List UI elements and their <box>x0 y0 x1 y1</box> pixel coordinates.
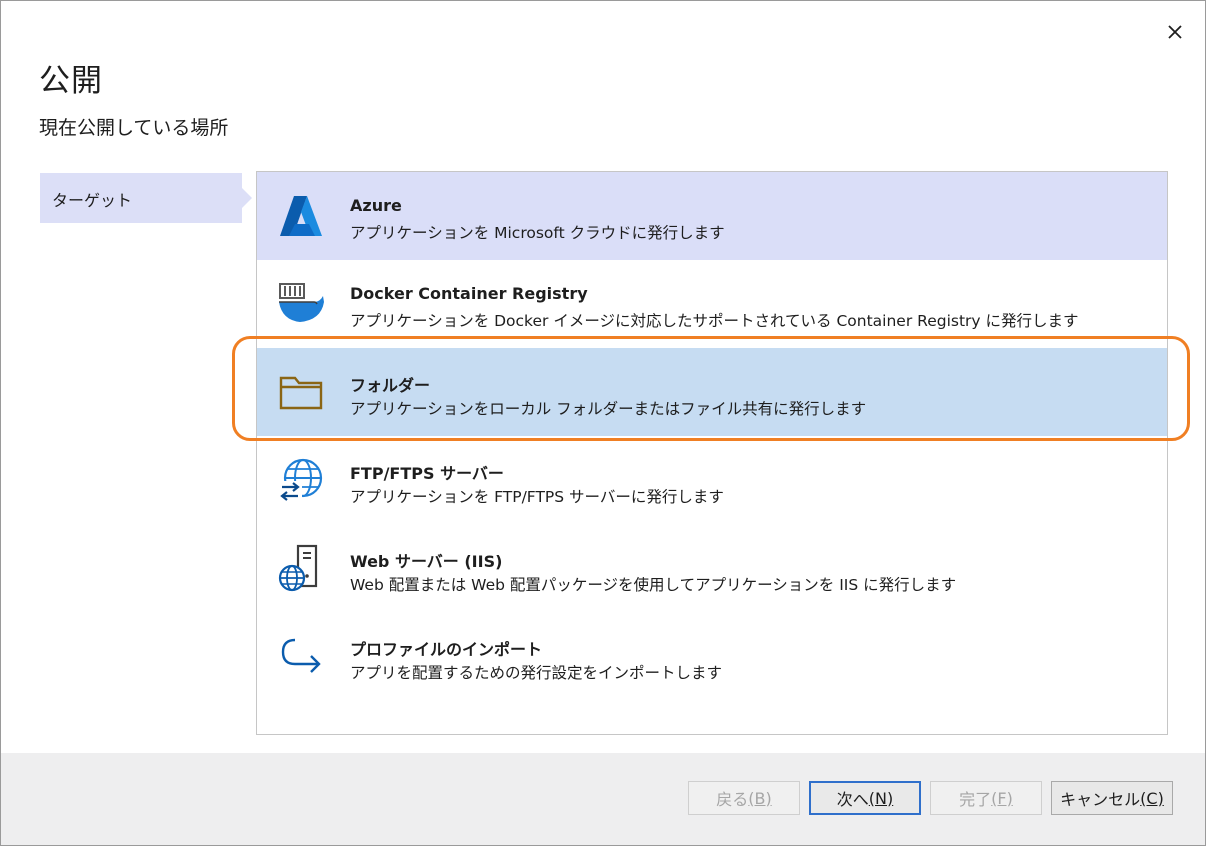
target-description: アプリケーションを FTP/FTPS サーバーに発行します <box>350 488 724 506</box>
nav-item-label: ターゲット <box>52 191 133 210</box>
target-item-iis[interactable]: Web サーバー (IIS) Web 配置または Web 配置パッケージを使用し… <box>257 524 1167 612</box>
publish-target-list: Azure アプリケーションを Microsoft クラウドに発行します Doc… <box>256 171 1168 735</box>
target-description: アプリを配置するための発行設定をインポートします <box>350 664 723 682</box>
globe-transfer-icon <box>275 454 327 506</box>
close-icon <box>1168 25 1182 39</box>
nav-selection-pointer <box>242 188 252 208</box>
publish-dialog: 公開 現在公開している場所 ターゲット Azure アプリケーションを Micr… <box>0 0 1206 846</box>
close-button[interactable] <box>1161 19 1189 45</box>
target-item-docker[interactable]: Docker Container Registry アプリケーションを Dock… <box>257 260 1167 348</box>
azure-logo-icon <box>275 190 327 242</box>
target-name: Web サーバー (IIS) <box>350 552 503 571</box>
target-description: Web 配置または Web 配置パッケージを使用してアプリケーションを IIS … <box>350 576 957 594</box>
cancel-button[interactable]: キャンセル (C) <box>1051 781 1173 815</box>
dialog-subtitle: 現在公開している場所 <box>39 117 229 139</box>
finish-button-label: 完了 <box>959 790 992 809</box>
finish-button[interactable]: 完了 (F) <box>930 781 1042 815</box>
cancel-button-label: キャンセル <box>1060 790 1141 809</box>
target-name: Docker Container Registry <box>350 284 588 303</box>
back-button[interactable]: 戻る (B) <box>688 781 800 815</box>
target-description: アプリケーションを Docker イメージに対応したサポートされている Cont… <box>350 312 1079 330</box>
web-server-globe-icon <box>275 542 327 594</box>
target-description: アプリケーションをローカル フォルダーまたはファイル共有に発行します <box>350 400 867 418</box>
dialog-footer: 戻る (B) 次へ (N) 完了 (F) キャンセル (C) <box>1 753 1205 845</box>
next-button-label: 次へ <box>836 790 869 809</box>
next-button[interactable]: 次へ (N) <box>809 781 921 815</box>
target-item-ftp[interactable]: FTP/FTPS サーバー アプリケーションを FTP/FTPS サーバーに発行… <box>257 436 1167 524</box>
finish-button-mnemonic: (F) <box>991 788 1013 808</box>
target-item-azure[interactable]: Azure アプリケーションを Microsoft クラウドに発行します <box>257 172 1167 260</box>
back-button-label: 戻る <box>716 790 749 809</box>
cancel-button-mnemonic: (C) <box>1140 788 1164 808</box>
target-name: プロファイルのインポート <box>350 640 543 659</box>
target-name: Azure <box>350 196 402 215</box>
dialog-title: 公開 <box>39 63 103 99</box>
import-arrow-icon <box>275 630 327 682</box>
next-button-mnemonic: (N) <box>868 788 894 808</box>
target-item-import-profile[interactable]: プロファイルのインポート アプリを配置するための発行設定をインポートします <box>257 612 1167 700</box>
target-name: FTP/FTPS サーバー <box>350 464 504 483</box>
docker-container-icon <box>275 278 327 330</box>
nav-item-target[interactable]: ターゲット <box>40 173 252 223</box>
target-item-folder[interactable]: フォルダー アプリケーションをローカル フォルダーまたはファイル共有に発行します <box>257 348 1167 436</box>
back-button-mnemonic: (B) <box>748 788 772 808</box>
folder-icon <box>275 366 327 418</box>
target-name: フォルダー <box>350 376 431 395</box>
target-description: アプリケーションを Microsoft クラウドに発行します <box>350 224 725 242</box>
